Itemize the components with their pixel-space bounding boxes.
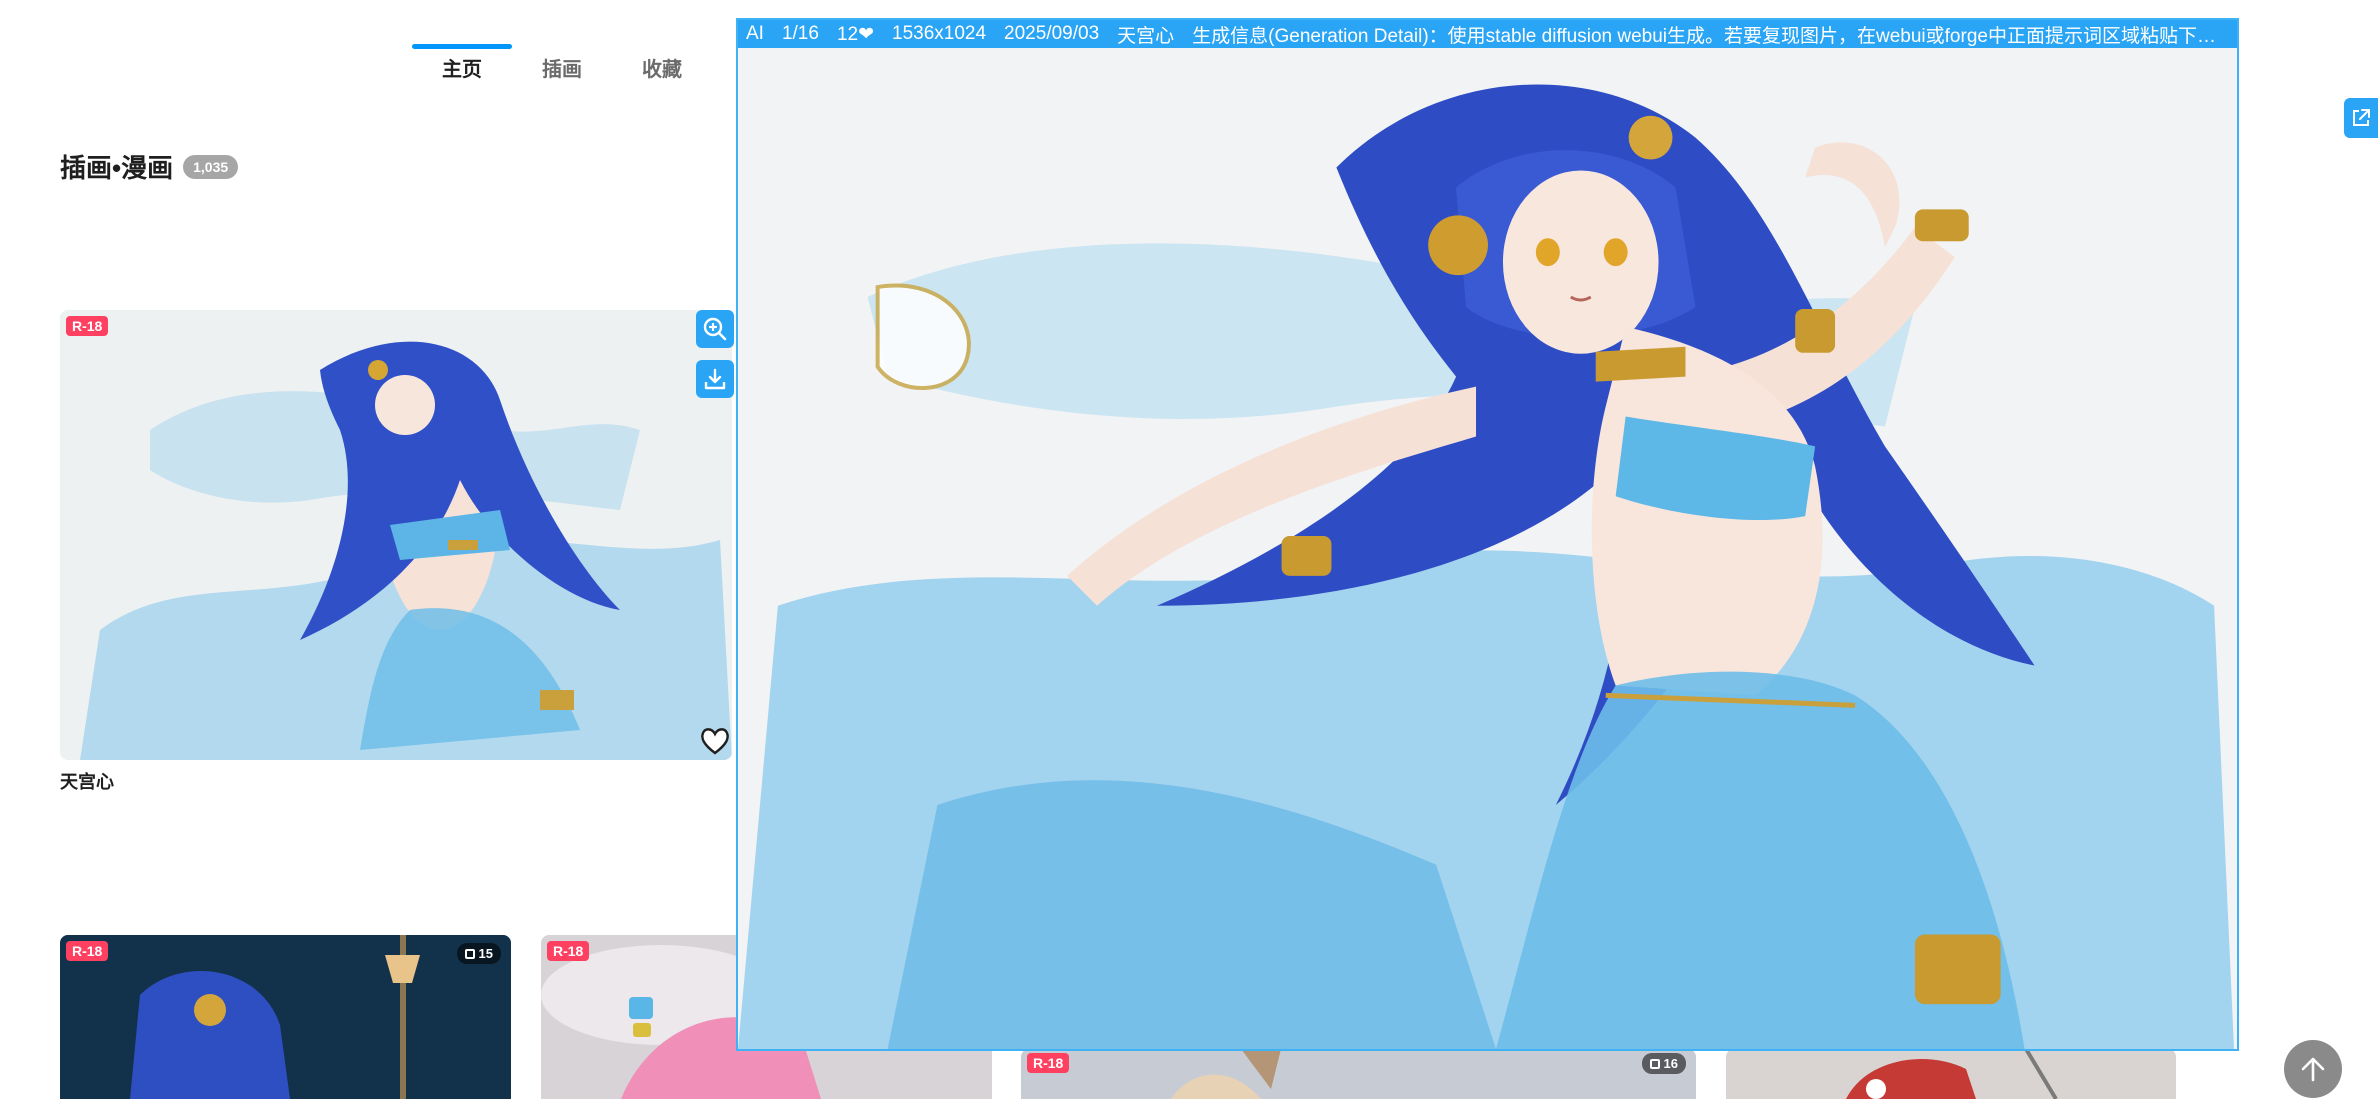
thumbnail-image: [1726, 1049, 2176, 1099]
thumbnail-image: [60, 935, 511, 1099]
external-link-icon: [2353, 109, 2370, 126]
pages-icon: [464, 948, 475, 959]
tab-home[interactable]: 主页: [412, 42, 512, 92]
page-count-badge: 16: [1641, 1053, 1686, 1074]
scroll-to-top-button[interactable]: [2284, 1040, 2342, 1098]
featured-artwork[interactable]: R-18: [60, 310, 732, 760]
artwork-thumbnail[interactable]: [1726, 1049, 2176, 1099]
upload-date: 2025/09/03: [1004, 23, 1100, 44]
featured-author-name[interactable]: 天宫心: [60, 768, 114, 794]
generation-detail: 生成信息(Generation Detail)：使用stable diffusi…: [1192, 25, 2229, 47]
preview-info-bar: AI 1/16 12❤ 1536x1024 2025/09/03 天宫心 生成信…: [738, 20, 2237, 48]
r18-badge: R-18: [1027, 1053, 1070, 1073]
download-icon: [704, 368, 726, 390]
page-count-badge: 15: [456, 943, 501, 964]
r18-badge: R-18: [66, 316, 109, 336]
section-title: 插画•漫画: [60, 153, 174, 183]
tab-illustrations[interactable]: 插画: [512, 42, 612, 92]
bookmark-heart-button[interactable]: [698, 724, 732, 758]
download-button[interactable]: [696, 360, 734, 398]
page-indicator: 1/16: [781, 23, 819, 44]
artwork-preview-popup[interactable]: AI 1/16 12❤ 1536x1024 2025/09/03 天宫心 生成信…: [736, 18, 2239, 1051]
r18-badge: R-18: [66, 941, 109, 961]
tab-bookmarks[interactable]: 收藏: [612, 42, 712, 92]
preview-image: [738, 48, 2237, 1049]
heart-icon: [701, 728, 729, 755]
preview-author: 天宫心: [1117, 25, 1175, 47]
works-count-badge: 1,035: [183, 154, 239, 179]
like-count: 12❤: [836, 23, 874, 45]
zoom-in-icon: [703, 317, 727, 341]
artwork-thumbnail[interactable]: R-18 16: [1021, 1049, 1696, 1099]
artwork-thumbnail[interactable]: R-18 15: [60, 935, 511, 1099]
image-size: 1536x1024: [892, 23, 987, 44]
thumbnail-image: [1021, 1049, 1696, 1099]
main-tabs: 主页 插画 收藏: [412, 42, 712, 92]
zoom-in-button[interactable]: [696, 310, 734, 348]
pages-icon: [1649, 1058, 1660, 1069]
arrow-up-icon: [2301, 1057, 2325, 1082]
r18-badge: R-18: [547, 941, 590, 961]
open-in-new-tab-button[interactable]: [2344, 98, 2378, 138]
featured-artwork-image: [60, 310, 732, 760]
ai-label: AI: [746, 23, 764, 44]
section-header: 插画•漫画 1,035: [60, 148, 239, 185]
